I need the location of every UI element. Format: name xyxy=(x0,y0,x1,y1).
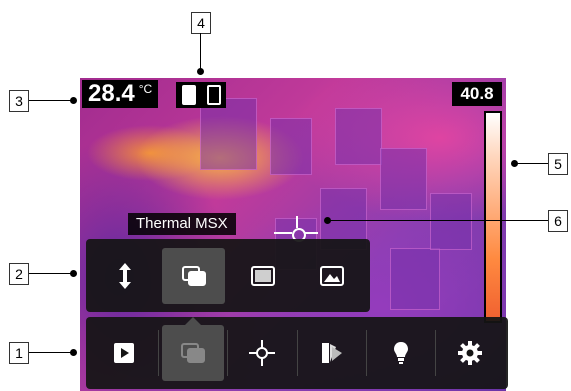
image-mode-submenu xyxy=(86,239,370,312)
image-mode-icon xyxy=(181,343,206,363)
submenu-digital-camera-button[interactable] xyxy=(300,248,363,304)
up-down-arrow-icon xyxy=(118,262,131,289)
status-icons xyxy=(176,82,226,108)
callout-6: 6 xyxy=(548,210,568,232)
scale-max-temperature: 40.8 xyxy=(452,82,502,106)
callout-2: 2 xyxy=(9,263,29,285)
submenu-up-down-button[interactable] xyxy=(93,248,156,304)
image-mode-label: Thermal MSX xyxy=(128,213,236,235)
toolbar-image-mode-button[interactable] xyxy=(162,317,225,381)
temperature-scale xyxy=(484,111,502,323)
play-icon xyxy=(114,343,135,363)
submenu-msx-mode-button[interactable] xyxy=(162,247,225,304)
battery-icon xyxy=(181,85,196,105)
toolbar-archive-button[interactable] xyxy=(93,325,155,381)
callout-4: 4 xyxy=(191,12,211,34)
color-palette-icon xyxy=(321,343,342,363)
digital-camera-mode-icon xyxy=(319,265,344,286)
image-mode-overlay-icon xyxy=(181,265,206,286)
callout-1: 1 xyxy=(9,342,29,364)
thermal-mode-icon xyxy=(250,265,275,286)
spot-temperature-readout: 28.4 °C xyxy=(82,80,159,108)
memory-card-icon xyxy=(206,85,221,105)
callout-5: 5 xyxy=(548,153,568,175)
toolbar-settings-button[interactable] xyxy=(439,325,501,381)
settings-gear-icon xyxy=(457,341,482,365)
toolbar-color-palette-button[interactable] xyxy=(301,325,363,381)
temperature-unit: °C xyxy=(138,82,153,96)
toolbar-lamp-button[interactable] xyxy=(370,325,432,381)
main-toolbar xyxy=(86,317,508,389)
toolbar-measurement-button[interactable] xyxy=(231,325,293,381)
lamp-icon xyxy=(393,342,408,364)
temperature-value: 28.4 xyxy=(88,80,135,107)
measurement-crosshair-icon xyxy=(249,340,276,366)
submenu-thermal-mode-button[interactable] xyxy=(231,248,294,304)
callout-3: 3 xyxy=(9,90,29,112)
